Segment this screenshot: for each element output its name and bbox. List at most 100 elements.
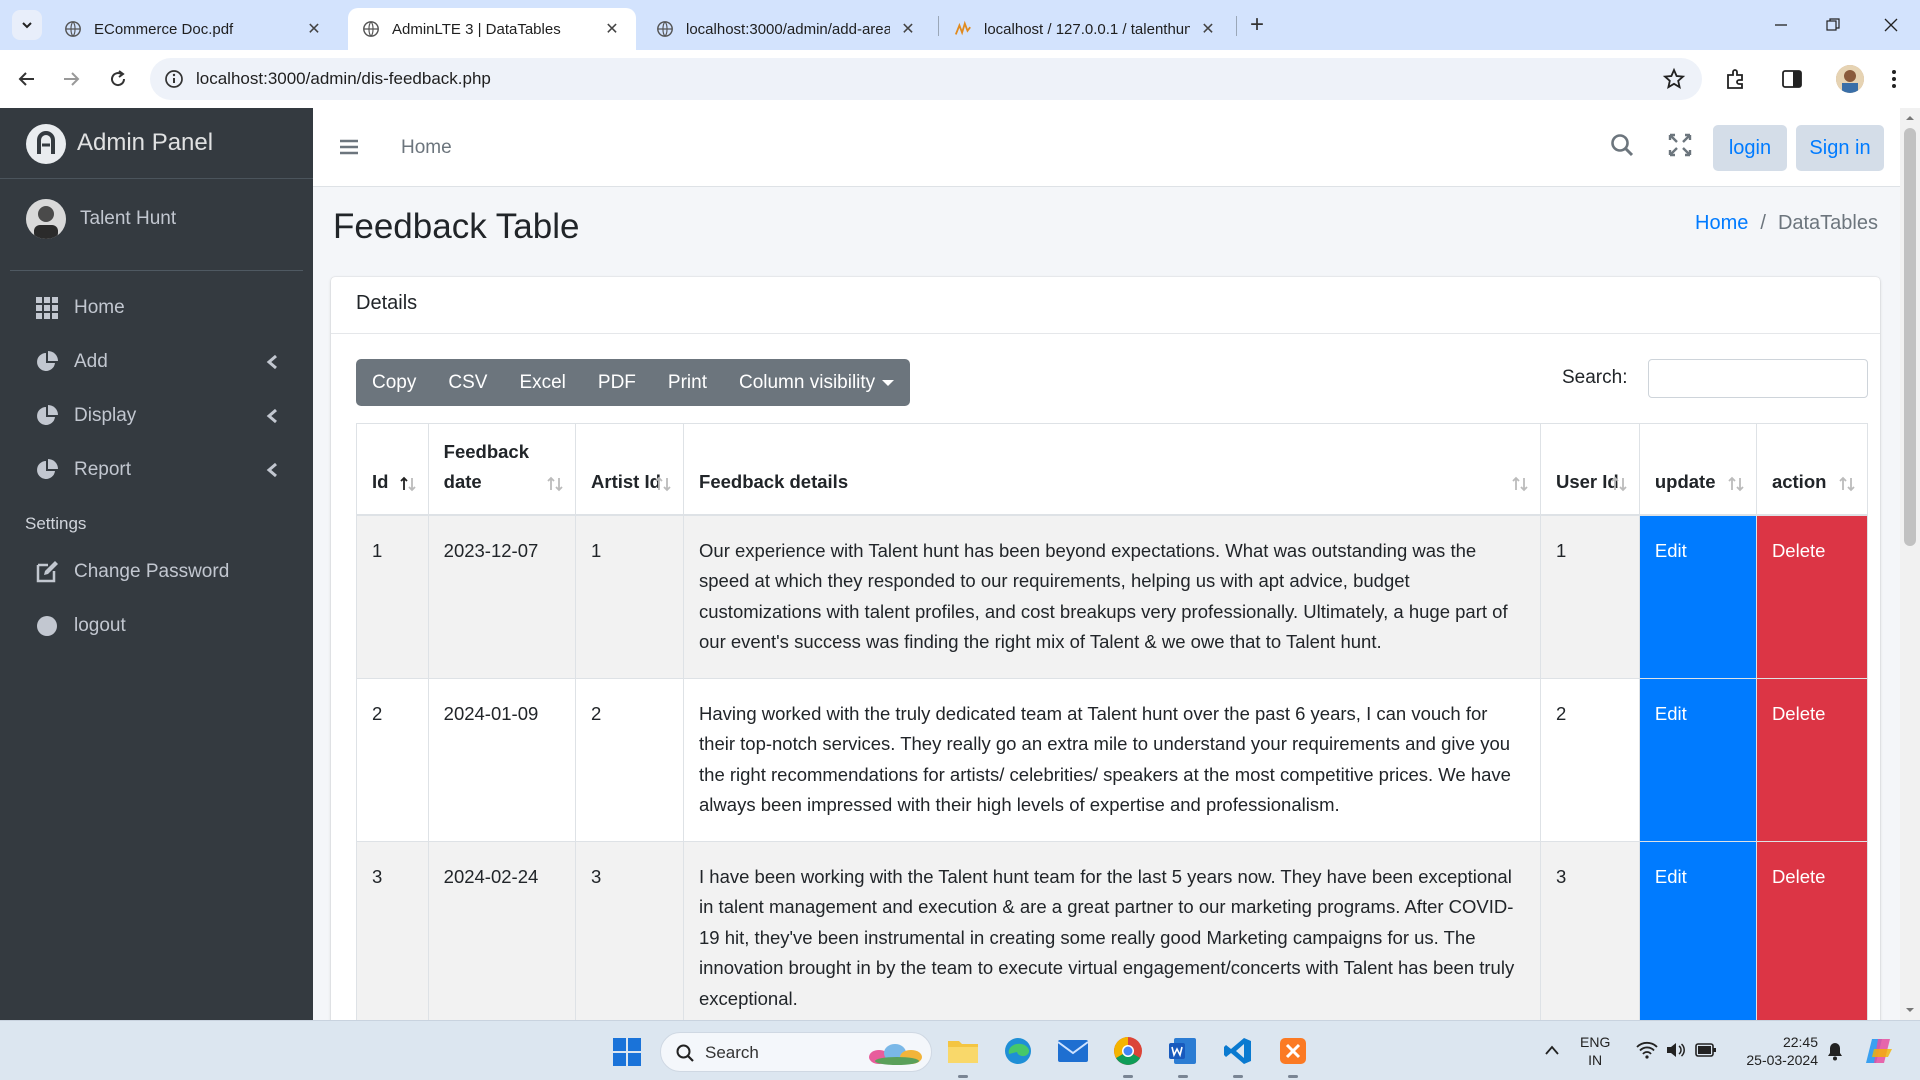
pie-chart-icon (34, 349, 60, 375)
sidebar-item-change-password[interactable]: Change Password (10, 548, 303, 596)
notification-bell-icon[interactable] (1826, 1041, 1844, 1061)
close-tab-icon[interactable]: ✕ (304, 19, 324, 39)
copilot-icon[interactable] (1864, 1037, 1894, 1065)
close-tab-icon[interactable]: ✕ (1198, 19, 1218, 39)
taskbar-vscode[interactable] (1220, 1033, 1256, 1078)
tab-search-button[interactable] (12, 10, 42, 40)
close-tab-icon[interactable]: ✕ (898, 19, 918, 39)
sidebar-item-logout[interactable]: logout (10, 602, 303, 650)
browser-tab-2[interactable]: AdminLTE 3 | DataTables ✕ (348, 8, 636, 50)
minimize-button[interactable] (1766, 12, 1796, 38)
circle-icon (34, 613, 60, 639)
language-indicator[interactable]: ENG IN (1580, 1033, 1610, 1069)
profile-avatar[interactable] (1836, 65, 1864, 93)
sidebar-item-report[interactable]: Report (10, 446, 303, 494)
column-header-action[interactable]: action (1755, 423, 1869, 516)
taskbar-mail[interactable] (1055, 1033, 1091, 1069)
site-info-icon[interactable] (164, 69, 184, 89)
battery-icon[interactable] (1695, 1041, 1717, 1059)
taskbar-edge[interactable] (1000, 1033, 1036, 1069)
hamburger-menu-icon[interactable] (337, 135, 361, 159)
browser-tab-4[interactable]: localhost / 127.0.0.1 / talenthunt ✕ (940, 8, 1232, 50)
sidebar-item-display[interactable]: Display (10, 392, 303, 440)
clock[interactable]: 22:45 25-03-2024 (1734, 1033, 1818, 1069)
scroll-up-icon[interactable] (1904, 112, 1916, 124)
edit-link[interactable]: Edit (1638, 514, 1757, 679)
taskbar-chrome[interactable] (1110, 1033, 1146, 1078)
fullscreen-icon[interactable] (1667, 132, 1693, 158)
column-header-id[interactable]: Id (356, 423, 429, 516)
taskbar-search[interactable]: Search (660, 1032, 932, 1072)
wifi-icon[interactable] (1636, 1041, 1658, 1059)
reload-button[interactable] (103, 64, 133, 94)
restore-button[interactable] (1818, 12, 1848, 38)
page-scrollbar[interactable] (1900, 108, 1920, 1020)
sort-icon (1728, 476, 1744, 491)
table-header-row: Id Feedback date Artist Id Feedback deta… (356, 423, 1869, 516)
more-vert-icon (1892, 70, 1896, 88)
forward-button[interactable] (56, 64, 86, 94)
taskbar-file-explorer[interactable] (945, 1033, 981, 1078)
browser-tab-3[interactable]: localhost:3000/admin/add-area ✕ (642, 8, 932, 50)
browser-tab-1[interactable]: ECommerce Doc.pdf ✕ (50, 8, 338, 50)
column-header-feedback-details[interactable]: Feedback details (683, 423, 1541, 516)
xampp-icon (1280, 1038, 1306, 1064)
scroll-down-icon[interactable] (1904, 1004, 1916, 1016)
chevron-down-icon (22, 22, 32, 29)
avatar[interactable] (26, 199, 66, 239)
column-header-label: Feedback date (443, 440, 530, 492)
new-tab-button[interactable]: + (1244, 13, 1270, 39)
login-button[interactable]: login (1713, 125, 1787, 171)
extensions-button[interactable] (1722, 65, 1750, 93)
copy-button[interactable]: Copy (356, 359, 432, 406)
edit-link[interactable]: Edit (1638, 840, 1757, 1020)
volume-icon[interactable] (1665, 1041, 1685, 1059)
delete-link[interactable]: Delete (1755, 514, 1869, 679)
delete-link[interactable]: Delete (1755, 677, 1869, 842)
cell-user-id: 2 (1539, 677, 1640, 842)
edit-icon (34, 559, 60, 585)
running-indicator (958, 1075, 968, 1078)
close-tab-icon[interactable]: ✕ (602, 19, 622, 39)
csv-button[interactable]: CSV (432, 359, 503, 406)
chrome-menu-button[interactable] (1880, 65, 1908, 93)
user-name[interactable]: Talent Hunt (80, 208, 176, 230)
excel-button[interactable]: Excel (503, 359, 581, 406)
grid-icon (34, 295, 60, 321)
show-hidden-icons-chevron-icon[interactable] (1544, 1044, 1560, 1056)
scrollbar-thumb[interactable] (1904, 128, 1916, 546)
topnav-home-link[interactable]: Home (401, 137, 452, 159)
close-icon (1884, 18, 1898, 32)
browser-tab-strip: ECommerce Doc.pdf ✕ AdminLTE 3 | DataTab… (0, 0, 1920, 50)
taskbar-xampp[interactable] (1275, 1033, 1311, 1078)
sidebar-item-add[interactable]: Add (10, 338, 303, 386)
chevron-left-icon (266, 408, 277, 424)
column-header-update[interactable]: update (1638, 423, 1757, 516)
sign-in-button[interactable]: Sign in (1796, 125, 1884, 171)
brand-link[interactable]: Admin Panel (0, 108, 313, 179)
tab-separator (938, 16, 939, 36)
sidebar-item-label: Home (74, 297, 125, 318)
sidebar-item-label: Report (74, 459, 132, 480)
back-button[interactable] (12, 64, 42, 94)
taskbar-word[interactable] (1165, 1033, 1201, 1078)
edit-link[interactable]: Edit (1638, 677, 1757, 842)
user-photo-icon (26, 199, 66, 239)
windows-start-icon[interactable] (612, 1037, 642, 1067)
column-header-feedback-date[interactable]: Feedback date (427, 423, 577, 516)
bookmark-star-icon[interactable] (1662, 67, 1686, 91)
delete-link[interactable]: Delete (1755, 840, 1869, 1020)
breadcrumb-home-link[interactable]: Home (1695, 212, 1748, 235)
search-icon[interactable] (1609, 132, 1635, 158)
side-panel-button[interactable] (1778, 65, 1806, 93)
table-row: 1 2023-12-07 1 Our experience with Talen… (356, 514, 1869, 679)
pdf-button[interactable]: PDF (582, 359, 652, 406)
column-visibility-button[interactable]: Column visibility (723, 359, 910, 406)
close-window-button[interactable] (1876, 12, 1906, 38)
print-button[interactable]: Print (652, 359, 723, 406)
address-bar[interactable]: localhost:3000/admin/dis-feedback.php (150, 58, 1702, 100)
column-header-user-id[interactable]: User Id (1539, 423, 1640, 516)
search-input[interactable] (1648, 359, 1868, 398)
sidebar-item-home[interactable]: Home (10, 284, 303, 332)
column-header-artist-id[interactable]: Artist Id (575, 423, 685, 516)
